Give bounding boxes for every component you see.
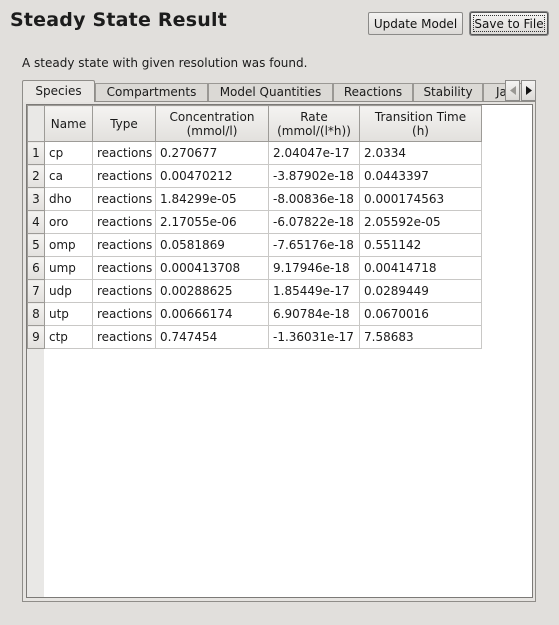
cell-rate[interactable]: 9.17946e-18 [268,256,360,280]
table-row[interactable]: 5 omp reactions 0.0581869 -7.65176e-18 0.5511… [27,233,482,257]
table-row[interactable]: 8 utp reactions 0.00666174 6.90784e-18 0.0670… [27,302,482,326]
tab-compartments[interactable]: Compartments [95,83,208,102]
tab-scroll-right-button[interactable] [521,80,536,101]
species-table-view[interactable]: Name Type Concentration (mmol/l) Rate (mmo… [26,104,533,598]
cell-transition-time[interactable]: 2.05592e-05 [359,210,482,234]
cell-concentration[interactable]: 0.00666174 [155,302,269,326]
cell-concentration[interactable]: 1.84299e-05 [155,187,269,211]
cell-rate[interactable]: 1.85449e-17 [268,279,360,303]
table-header-row: Name Type Concentration (mmol/l) Rate (mmo… [27,105,482,142]
tab-reactions[interactable]: Reactions [333,83,413,102]
column-header-concentration[interactable]: Concentration (mmol/l) [155,105,269,142]
cell-type[interactable]: reactions [92,233,156,257]
row-header[interactable]: 6 [27,256,45,280]
table-row[interactable]: 2 ca reactions 0.00470212 -3.87902e-18 0.0443… [27,164,482,188]
cell-rate[interactable]: -1.36031e-17 [268,325,360,349]
row-header[interactable]: 7 [27,279,45,303]
tab-scroll-left-button[interactable] [505,80,520,101]
table-row[interactable]: 1 cp reactions 0.270677 2.04047e-17 2.0334 [27,141,482,165]
cell-transition-time[interactable]: 2.0334 [359,141,482,165]
cell-concentration[interactable]: 0.747454 [155,325,269,349]
save-to-file-button[interactable]: Save to File [470,12,548,35]
cell-type[interactable]: reactions [92,279,156,303]
column-header-name[interactable]: Name [44,105,93,142]
tab-stability[interactable]: Stability [413,83,483,102]
row-header[interactable]: 9 [27,325,45,349]
species-tab-pane: Name Type Concentration (mmol/l) Rate (mmo… [22,101,536,602]
cell-type[interactable]: reactions [92,302,156,326]
cell-transition-time[interactable]: 0.0670016 [359,302,482,326]
table-row[interactable]: 9 ctp reactions 0.747454 -1.36031e-17 7.58683 [27,325,482,349]
column-header-transition-time[interactable]: Transition Time (h) [359,105,482,142]
cell-rate[interactable]: -3.87902e-18 [268,164,360,188]
cell-rate[interactable]: 6.90784e-18 [268,302,360,326]
triangle-left-icon [509,86,516,95]
table-row[interactable]: 7 udp reactions 0.00288625 1.85449e-17 0.0289… [27,279,482,303]
cell-concentration[interactable]: 0.00288625 [155,279,269,303]
update-model-button[interactable]: Update Model [368,12,463,35]
cell-rate[interactable]: -8.00836e-18 [268,187,360,211]
cell-name[interactable]: oro [44,210,93,234]
cell-transition-time[interactable]: 0.551142 [359,233,482,257]
column-header-type[interactable]: Type [92,105,156,142]
row-header[interactable]: 1 [27,141,45,165]
row-header[interactable]: 8 [27,302,45,326]
cell-name[interactable]: utp [44,302,93,326]
cell-name[interactable]: omp [44,233,93,257]
cell-transition-time[interactable]: 0.0289449 [359,279,482,303]
table-row[interactable]: 6 ump reactions 0.000413708 9.17946e-18 0.004… [27,256,482,280]
cell-concentration[interactable]: 0.00470212 [155,164,269,188]
row-header[interactable]: 3 [27,187,45,211]
cell-rate[interactable]: 2.04047e-17 [268,141,360,165]
window-title: Steady State Result [10,9,227,31]
tab-model-quantities[interactable]: Model Quantities [208,83,333,102]
cell-concentration[interactable]: 0.000413708 [155,256,269,280]
row-header[interactable]: 2 [27,164,45,188]
table-row[interactable]: 3 dho reactions 1.84299e-05 -8.00836e-18 0.00… [27,187,482,211]
cell-name[interactable]: ctp [44,325,93,349]
triangle-right-icon [525,86,532,95]
cell-type[interactable]: reactions [92,325,156,349]
column-header-rate[interactable]: Rate (mmol/(l*h)) [268,105,360,142]
cell-type[interactable]: reactions [92,187,156,211]
cell-transition-time[interactable]: 0.000174563 [359,187,482,211]
cell-type[interactable]: reactions [92,210,156,234]
cell-rate[interactable]: -7.65176e-18 [268,233,360,257]
cell-transition-time[interactable]: 0.0443397 [359,164,482,188]
tab-species[interactable]: Species [22,80,95,102]
cell-concentration[interactable]: 0.270677 [155,141,269,165]
cell-name[interactable]: dho [44,187,93,211]
species-table: Name Type Concentration (mmol/l) Rate (mmo… [27,105,482,349]
cell-transition-time[interactable]: 7.58683 [359,325,482,349]
cell-name[interactable]: cp [44,141,93,165]
cell-type[interactable]: reactions [92,164,156,188]
cell-transition-time[interactable]: 0.00414718 [359,256,482,280]
cell-name[interactable]: udp [44,279,93,303]
status-message: A steady state with given resolution was… [22,56,308,70]
table-corner-button[interactable] [27,105,45,142]
cell-concentration[interactable]: 2.17055e-06 [155,210,269,234]
cell-name[interactable]: ca [44,164,93,188]
row-header[interactable]: 4 [27,210,45,234]
cell-type[interactable]: reactions [92,256,156,280]
row-header[interactable]: 5 [27,233,45,257]
table-row[interactable]: 4 oro reactions 2.17055e-06 -6.07822e-18 2.05… [27,210,482,234]
cell-rate[interactable]: -6.07822e-18 [268,210,360,234]
cell-name[interactable]: ump [44,256,93,280]
cell-concentration[interactable]: 0.0581869 [155,233,269,257]
tab-bar: Species Compartments Model Quantities Re… [22,80,536,102]
cell-type[interactable]: reactions [92,141,156,165]
